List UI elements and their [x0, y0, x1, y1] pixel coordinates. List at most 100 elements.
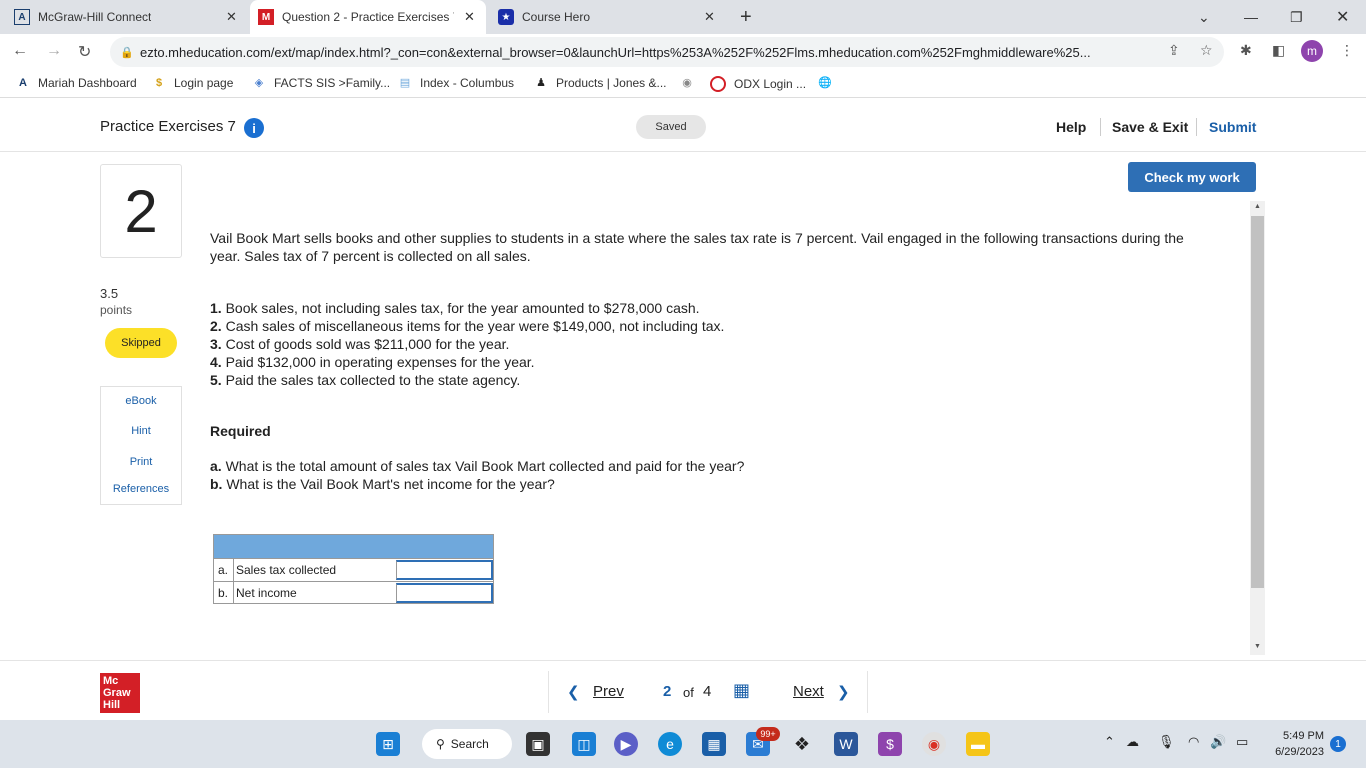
teams-chat-icon[interactable]: ▶: [614, 732, 638, 756]
facts-icon: ◈: [254, 77, 264, 89]
browser-tab-connect[interactable]: A McGraw-Hill Connect ✕: [14, 0, 246, 34]
bookmark-facts-sis[interactable]: ◈ FACTS SIS >Family...: [252, 76, 390, 90]
connect-favicon-icon: A: [14, 9, 30, 25]
file-explorer-icon[interactable]: ▬: [966, 732, 990, 756]
scroll-up-icon[interactable]: ▲: [1250, 203, 1265, 210]
forward-icon[interactable]: →: [46, 42, 62, 60]
bookmark-login-page[interactable]: $ Login page: [152, 76, 233, 90]
item-text: Cash sales of miscellaneous items for th…: [225, 318, 725, 334]
bookmark-index-columbus[interactable]: ▤ Index - Columbus: [398, 76, 514, 90]
url-text[interactable]: ezto.mheducation.com/ext/map/index.html?…: [140, 45, 1150, 60]
money-app-icon[interactable]: $: [878, 732, 902, 756]
onedrive-icon[interactable]: ☁: [1126, 734, 1139, 750]
item-number: b.: [210, 476, 223, 492]
bookmark-eye[interactable]: ◉: [680, 76, 702, 90]
chevron-right-icon[interactable]: ❯: [837, 683, 850, 701]
sales-tax-collected-input[interactable]: [396, 560, 493, 580]
widgets-icon[interactable]: ◫: [572, 732, 596, 756]
total-pages: 4: [703, 683, 712, 700]
bookmark-label: ODX Login ...: [734, 77, 807, 91]
check-my-work-button[interactable]: Check my work: [1128, 162, 1256, 192]
ebook-link[interactable]: eBook: [101, 395, 181, 407]
taskbar-clock[interactable]: 5:49 PM 6/29/2023: [1262, 728, 1324, 760]
profile-avatar[interactable]: m: [1301, 40, 1323, 62]
tab-close-icon[interactable]: ✕: [226, 9, 237, 25]
edge-icon[interactable]: e: [658, 732, 682, 756]
info-icon[interactable]: i: [244, 118, 264, 138]
browser-tab-strip: A McGraw-Hill Connect ✕ M Question 2 - P…: [0, 0, 1366, 34]
transaction-list: 1. Book sales, not including sales tax, …: [210, 299, 1010, 389]
share-icon[interactable]: ⇪: [1168, 42, 1180, 59]
extensions-icon[interactable]: ✱: [1240, 42, 1252, 59]
list-item: b. What is the Vail Book Mart's net inco…: [210, 475, 1010, 493]
address-bar[interactable]: 🔒 ezto.mheducation.com/ext/map/index.htm…: [110, 37, 1224, 67]
taskbar-search[interactable]: ⚲ Search: [422, 729, 512, 759]
dropbox-icon[interactable]: ❖: [790, 732, 814, 756]
store-icon[interactable]: ▦: [702, 732, 726, 756]
task-view-icon[interactable]: ▣: [526, 732, 550, 756]
hint-link[interactable]: Hint: [101, 425, 181, 437]
item-text: Paid the sales tax collected to the stat…: [225, 372, 521, 388]
app-header: Practice Exercises 7 i Saved Help Save &…: [0, 104, 1366, 152]
tab-close-icon[interactable]: ✕: [464, 9, 475, 25]
chevron-left-icon[interactable]: ❮: [567, 683, 580, 701]
scroll-down-icon[interactable]: ▼: [1250, 643, 1265, 650]
page-title: Practice Exercises 7: [100, 118, 236, 135]
menu-kebab-icon[interactable]: ⋮: [1340, 42, 1354, 59]
skipped-status-badge: Skipped: [105, 328, 177, 358]
bookmark-odx-login[interactable]: ODX Login ...: [710, 76, 806, 92]
item-text: Book sales, not including sales tax, for…: [225, 300, 700, 316]
search-icon: ⚲: [436, 737, 445, 751]
item-text: What is the total amount of sales tax Va…: [225, 458, 745, 474]
word-icon[interactable]: W: [834, 732, 858, 756]
prev-button[interactable]: Prev: [593, 683, 624, 700]
next-button[interactable]: Next: [793, 683, 824, 700]
bookmark-star-icon[interactable]: ☆: [1200, 42, 1213, 59]
reload-icon[interactable]: ↻: [78, 42, 91, 62]
points-value: 3.5: [100, 286, 119, 301]
question-intro: Vail Book Mart sells books and other sup…: [210, 230, 1184, 264]
bookmark-mariah-dashboard[interactable]: A Mariah Dashboard: [16, 76, 137, 90]
tab-search-chevron-icon[interactable]: ⌄: [1198, 0, 1210, 34]
browser-tab-coursehero[interactable]: ★ Course Hero ✕: [498, 0, 724, 34]
item-number: 4.: [210, 354, 222, 370]
notification-badge[interactable]: 1: [1330, 736, 1346, 752]
minimize-icon[interactable]: —: [1244, 0, 1258, 34]
side-panel-icon[interactable]: ◧: [1272, 42, 1285, 59]
back-icon[interactable]: ←: [12, 42, 28, 60]
chrome-icon[interactable]: ◉: [922, 732, 946, 756]
table-row: b. Net income: [214, 581, 493, 604]
browser-tab-question[interactable]: M Question 2 - Practice Exercises 7 ✕: [250, 0, 486, 34]
restore-icon[interactable]: ❐: [1290, 0, 1303, 34]
wifi-icon[interactable]: ◠: [1188, 734, 1199, 750]
windows-start-icon[interactable]: ⊞: [376, 732, 400, 756]
current-page: 2: [663, 683, 672, 700]
tab-close-icon[interactable]: ✕: [704, 9, 715, 25]
bookmark-label: Index - Columbus: [420, 76, 515, 90]
save-exit-button[interactable]: Save & Exit: [1112, 119, 1188, 135]
globe-icon: 🌐: [818, 77, 832, 89]
print-link[interactable]: Print: [101, 456, 181, 468]
row-letter: a.: [214, 559, 234, 581]
microphone-icon[interactable]: 🎙: [1158, 734, 1175, 750]
volume-icon[interactable]: 🔊: [1210, 734, 1226, 750]
list-item: a. What is the total amount of sales tax…: [210, 457, 1010, 475]
answer-table: a. Sales tax collected b. Net income: [213, 534, 494, 604]
battery-icon[interactable]: ▭: [1236, 734, 1248, 750]
search-label: Search: [450, 737, 489, 751]
window-close-icon[interactable]: ✕: [1336, 0, 1349, 34]
submit-button[interactable]: Submit: [1209, 119, 1256, 135]
bookmark-globe[interactable]: 🌐: [818, 76, 840, 90]
grid-icon[interactable]: ▦: [733, 680, 750, 701]
help-button[interactable]: Help: [1056, 119, 1086, 135]
bookmark-products-jones[interactable]: ♟ Products | Jones &...: [534, 76, 666, 90]
new-tab-button[interactable]: +: [740, 0, 752, 34]
tray-chevron-up-icon[interactable]: ⌃: [1104, 734, 1115, 750]
connect-logo-icon: A: [19, 77, 27, 89]
scrollbar-thumb[interactable]: [1251, 216, 1264, 588]
net-income-input[interactable]: [396, 583, 493, 603]
references-link[interactable]: References: [101, 483, 181, 495]
item-text: What is the Vail Book Mart's net income …: [226, 476, 555, 492]
question-tools: eBook Hint Print References: [100, 386, 182, 505]
tab-title: McGraw-Hill Connect: [38, 10, 152, 24]
